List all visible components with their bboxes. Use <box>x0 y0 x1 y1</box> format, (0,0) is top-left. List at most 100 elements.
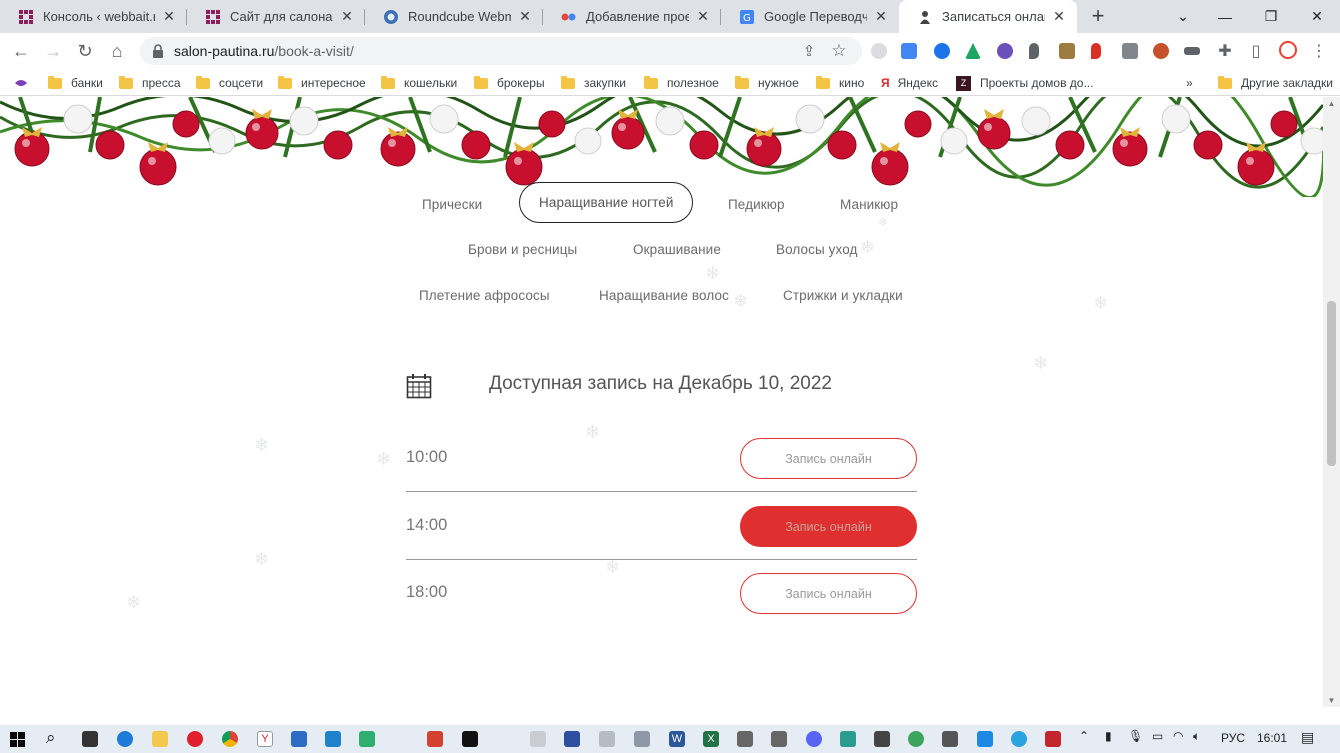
pdf-icon[interactable] <box>1045 731 1061 747</box>
microphone-icon[interactable]: 🎙︎ <box>1128 729 1143 743</box>
map-pin-icon[interactable] <box>1091 43 1101 59</box>
search-icon[interactable]: ⌕ <box>46 728 56 748</box>
tab-active-booking[interactable]: Записаться онлайн - ✕ <box>899 0 1077 33</box>
file-explorer-icon[interactable] <box>152 731 168 747</box>
opera-icon[interactable] <box>187 731 203 747</box>
app-icon[interactable] <box>530 731 546 747</box>
language-indicator[interactable]: РУС <box>1221 731 1245 745</box>
restore-icon[interactable]: ❐ <box>1248 0 1294 33</box>
tab-project[interactable]: Добавление проекта ✕ <box>543 0 721 33</box>
app-icon[interactable] <box>325 731 341 747</box>
edge-icon[interactable] <box>117 731 133 747</box>
extension-icon[interactable] <box>1059 43 1075 59</box>
mail-icon[interactable] <box>291 731 307 747</box>
wifi-icon[interactable]: ◠ <box>1173 729 1183 743</box>
service-tab-brows-lashes[interactable]: Брови и ресницы <box>468 242 577 257</box>
service-tab-hair-extension[interactable]: Наращивание волос <box>599 288 729 303</box>
forward-icon[interactable]: → <box>40 38 66 64</box>
page-scrollbar[interactable]: ▲ ▼ <box>1323 97 1340 707</box>
close-tab-icon[interactable]: ✕ <box>339 8 355 25</box>
service-tab-haircuts[interactable]: Стрижки и укладки <box>783 288 903 303</box>
service-tab-hair-care[interactable]: Волосы уход <box>776 242 858 257</box>
book-online-button-highlighted[interactable]: Запись онлайн <box>740 506 917 547</box>
tray-overflow-icon[interactable]: ⌃ <box>1079 729 1089 743</box>
bookmark-yandex[interactable]: Я Яндекс <box>881 74 938 92</box>
display-icon[interactable]: ▭ <box>1152 729 1163 743</box>
bookmarks-overflow-button[interactable]: » <box>1186 74 1193 92</box>
bookmark-app-icon[interactable] <box>14 74 28 92</box>
discord-icon[interactable] <box>806 731 822 747</box>
app-icon[interactable] <box>771 731 787 747</box>
app-icon[interactable] <box>599 731 615 747</box>
close-window-icon[interactable]: ✕ <box>1294 0 1340 33</box>
google-drive-icon[interactable] <box>965 43 981 59</box>
bookmark-folder[interactable]: интересное <box>278 74 366 92</box>
reload-icon[interactable]: ↻ <box>72 38 98 64</box>
app-icon[interactable] <box>462 731 478 747</box>
app-icon[interactable] <box>634 731 650 747</box>
close-tab-icon[interactable]: ✕ <box>695 8 711 25</box>
service-tab-pedicure[interactable]: Педикюр <box>728 197 785 212</box>
service-tab-nail-extension[interactable]: Наращивание ногтей <box>519 182 694 223</box>
network-device-icon[interactable]: ▮ <box>1105 729 1112 743</box>
translate-extension-icon[interactable] <box>901 43 917 59</box>
calendar-app-icon[interactable] <box>564 731 580 747</box>
book-online-button[interactable]: Запись онлайн <box>740 438 917 479</box>
back-icon[interactable]: ← <box>8 38 34 64</box>
app-icon[interactable] <box>737 731 753 747</box>
task-view-icon[interactable] <box>82 731 98 747</box>
bookmark-folder[interactable]: пресса <box>119 74 181 92</box>
chrome-icon[interactable] <box>222 731 238 747</box>
service-tab-afro-braids[interactable]: Плетение афросоcы <box>419 288 550 303</box>
word-icon[interactable]: W <box>669 731 685 747</box>
windows-start-icon[interactable] <box>10 732 25 747</box>
app-icon[interactable] <box>908 731 924 747</box>
tab-translate[interactable]: G Google Переводчик ✕ <box>721 0 899 33</box>
close-tab-icon[interactable]: ✕ <box>161 8 177 25</box>
extension-icon[interactable] <box>1184 47 1200 55</box>
book-online-button[interactable]: Запись онлайн <box>740 573 917 614</box>
new-tab-button[interactable]: + <box>1086 5 1110 29</box>
bookmark-folder[interactable]: банки <box>48 74 103 92</box>
telegram-icon[interactable] <box>1011 731 1027 747</box>
service-tab-coloring[interactable]: Окрашивание <box>633 242 721 257</box>
yandex-browser-icon[interactable]: Y <box>257 731 273 747</box>
extension-icon[interactable] <box>934 43 950 59</box>
tab-sait[interactable]: Сайт для салона крас ✕ <box>187 0 365 33</box>
app-icon[interactable] <box>874 731 890 747</box>
extension-icon[interactable] <box>1122 43 1138 59</box>
extension-icon[interactable] <box>1153 43 1169 59</box>
bookmark-folder[interactable]: брокеры <box>474 74 545 92</box>
excel-icon[interactable]: X <box>703 731 719 747</box>
bookmark-folder[interactable]: нужное <box>735 74 799 92</box>
bookmark-folder[interactable]: кошельки <box>381 74 457 92</box>
tab-roundcube[interactable]: Roundcube Webmail ✕ <box>365 0 543 33</box>
volume-icon[interactable]: 🔈︎ <box>1193 729 1200 744</box>
side-panel-icon[interactable]: ▯ <box>1243 38 1269 64</box>
extension-icon[interactable] <box>871 43 887 59</box>
minimize-icon[interactable]: — <box>1202 0 1248 33</box>
location-icon[interactable] <box>1029 43 1039 59</box>
scroll-up-icon[interactable]: ▲ <box>1327 99 1336 108</box>
close-tab-icon[interactable]: ✕ <box>873 8 889 25</box>
puzzle-extensions-icon[interactable]: ✚ <box>1212 38 1238 64</box>
tab-search-icon[interactable]: ⌄ <box>1160 0 1206 33</box>
profile-avatar[interactable] <box>1279 41 1297 59</box>
bookmark-folder[interactable]: полезное <box>644 74 719 92</box>
close-tab-icon[interactable]: ✕ <box>1051 8 1067 25</box>
app-icon[interactable] <box>942 731 958 747</box>
share-icon[interactable]: ⇪ <box>796 38 822 64</box>
scroll-down-icon[interactable]: ▼ <box>1327 696 1336 705</box>
clock[interactable]: 16:01 <box>1257 731 1287 745</box>
app-icon[interactable] <box>359 731 375 747</box>
app-icon[interactable] <box>977 731 993 747</box>
bookmark-folder[interactable]: кино <box>816 74 864 92</box>
notifications-icon[interactable]: ▤ <box>1301 729 1314 746</box>
home-icon[interactable]: ⌂ <box>104 38 130 64</box>
app-icon[interactable] <box>427 731 443 747</box>
other-bookmarks[interactable]: Другие закладки <box>1218 74 1333 92</box>
service-tab-pricheski[interactable]: Прически <box>422 197 482 212</box>
bookmark-projects[interactable]: Z Проекты домов до... <box>956 74 1093 92</box>
bookmark-folder[interactable]: закупки <box>561 74 626 92</box>
bookmark-folder[interactable]: соцсети <box>196 74 263 92</box>
